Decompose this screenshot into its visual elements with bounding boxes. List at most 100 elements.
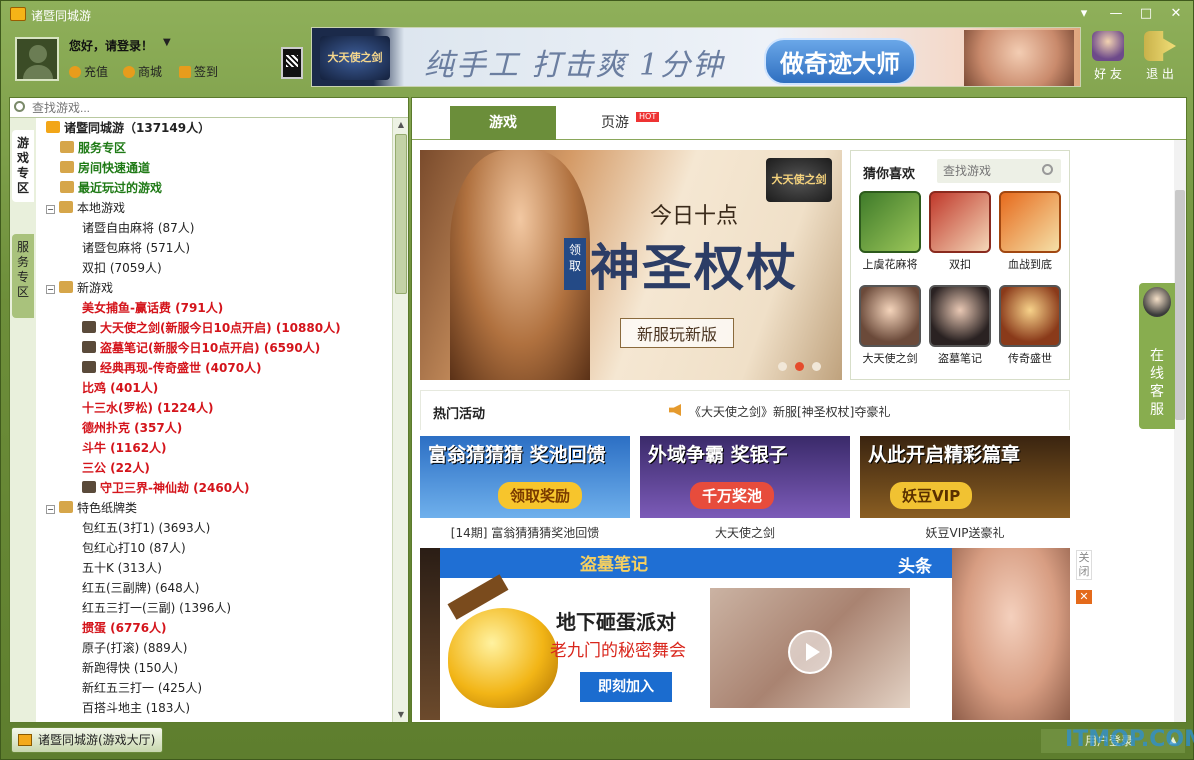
collapse-icon[interactable]: − — [46, 285, 55, 294]
tree-item[interactable]: 包红心打10 (87人) — [82, 538, 186, 558]
tree-item[interactable]: 服务专区 — [60, 138, 126, 158]
tree-item[interactable]: 诸暨同城游（137149人） — [46, 118, 210, 138]
game-tile[interactable]: 血战到底 — [997, 191, 1063, 272]
tree-item[interactable]: 德州扑克 (357人) — [82, 418, 182, 438]
tree-item[interactable]: 原子(打滚) (889人) — [82, 638, 187, 658]
tree-item-label: 十三水(罗松) (1224人) — [82, 401, 214, 415]
tree-item[interactable]: 诸暨自由麻将 (87人) — [82, 218, 194, 238]
sidebar-scrollbar[interactable]: ▲ ▼ — [392, 118, 408, 722]
promo-banner[interactable]: 富翁猜猜猜 奖池回馈 领取奖励 — [420, 436, 630, 518]
close-button[interactable]: ✕ — [1165, 5, 1187, 23]
recommend-search-input[interactable] — [943, 162, 1039, 180]
tree-item[interactable]: 掼蛋 (6776人) — [82, 618, 167, 638]
tree-item[interactable]: 包红五(3打1) (3693人) — [82, 518, 210, 538]
tree-item[interactable]: 十三水(罗松) (1224人) — [82, 398, 214, 418]
minimize-button[interactable]: — — [1105, 5, 1127, 23]
tree-item[interactable]: 美女捕鱼-赢话费 (791人) — [82, 298, 223, 318]
banner-image — [964, 30, 1074, 86]
recommend-search[interactable] — [937, 159, 1061, 183]
tree-item[interactable]: 红五三打一(三副) (1396人) — [82, 598, 231, 618]
collapse-icon[interactable]: − — [46, 505, 55, 514]
ad-banner[interactable]: 盗墓笔记 头条 地下砸蛋派对 老九门的秘密舞会 即刻加入 — [420, 548, 1070, 720]
vertical-tabs: 游戏专区 服务专区 — [10, 118, 36, 722]
tree-item[interactable]: 守卫三界-神仙劫 (2460人) — [82, 478, 250, 498]
hot-news-link[interactable]: 《大天使之剑》新服[神圣权杖]夺豪礼 — [689, 403, 890, 420]
tree-item[interactable]: 诸暨包麻将 (571人) — [82, 238, 190, 258]
game-tile[interactable]: 上虞花麻将 — [857, 191, 923, 272]
tree-item[interactable]: 新跑得快 (150人) — [82, 658, 178, 678]
close-ad-button[interactable]: ✕ — [1076, 590, 1092, 604]
tree-item[interactable]: − 特色纸牌类 — [46, 498, 137, 518]
online-service-button[interactable]: 在线客服 — [1139, 283, 1175, 429]
game-tile[interactable]: 大天使之剑 — [857, 285, 923, 366]
title-bar: 诸暨同城游 ▾ — □ ✕ — [1, 1, 1193, 27]
watermark: ITMOP.COM — [1065, 727, 1194, 752]
promo-caption[interactable]: [14期] 富翁猜猜猜奖池回馈 — [420, 524, 630, 541]
exit-button[interactable]: 退 出 — [1139, 31, 1181, 82]
ad-header: 盗墓笔记 头条 — [440, 548, 952, 578]
qr-code-icon[interactable] — [281, 47, 303, 79]
carousel-dot[interactable] — [812, 362, 821, 371]
game-icon — [82, 321, 96, 333]
hero-banner[interactable]: 大天使之剑 今日十点 领取 神圣权杖 新服玩新版 — [420, 150, 842, 380]
scroll-thumb[interactable] — [1175, 190, 1185, 420]
main-scrollbar[interactable] — [1174, 140, 1186, 722]
lobby-taskbar-tab[interactable]: 诸暨同城游(游戏大厅) — [11, 727, 163, 753]
search-icon[interactable] — [1042, 164, 1053, 175]
game-tile[interactable]: 传奇盛世 — [997, 285, 1063, 366]
play-icon[interactable] — [788, 630, 832, 674]
ad-headline-label: 头条 — [898, 557, 932, 577]
banner-slogan: 纯手工 打击爽 1分钟 — [424, 48, 725, 83]
tab-game-zone[interactable]: 游戏专区 — [12, 130, 34, 202]
tree-item[interactable]: 大天使之剑(新服今日10点开启) (10880人) — [82, 318, 341, 338]
tree-item[interactable]: 五十K (313人) — [82, 558, 162, 578]
tree-item[interactable]: 经典再现-传奇盛世 (4070人) — [82, 358, 262, 378]
promo-banner[interactable]: 外域争霸 奖银子 千万奖池 — [640, 436, 850, 518]
tree-item[interactable]: 三公 (22人) — [82, 458, 150, 478]
scroll-down-icon[interactable]: ▼ — [393, 708, 409, 722]
promo-banner[interactable]: 从此开启精彩篇章 妖豆VIP — [860, 436, 1070, 518]
friends-button[interactable]: 好 友 — [1087, 31, 1129, 82]
menu-dropdown-button[interactable]: ▾ — [1073, 5, 1095, 23]
carousel-dot-active[interactable] — [795, 362, 804, 371]
tree-item[interactable]: 新红五三打一 (425人) — [82, 678, 202, 698]
close-ad-label[interactable]: 关闭 — [1076, 550, 1092, 580]
tree-item[interactable]: 最近玩过的游戏 — [60, 178, 162, 198]
login-prompt[interactable]: 您好，请登录！ — [69, 37, 153, 54]
hero-title: 神圣权杖 — [590, 238, 798, 297]
tree-item[interactable]: 百搭斗地主 (183人) — [82, 698, 190, 718]
scroll-thumb[interactable] — [395, 134, 407, 294]
carousel-dots[interactable] — [778, 360, 829, 374]
tree-item[interactable]: 斗牛 (1162人) — [82, 438, 167, 458]
tree-item[interactable]: 房间快速通道 — [60, 158, 150, 178]
promo-caption[interactable]: 大天使之剑 — [640, 524, 850, 541]
join-now-button[interactable]: 即刻加入 — [580, 672, 672, 702]
folder-icon — [59, 201, 73, 213]
tree-item[interactable]: 盗墓笔记(新服今日10点开启) (6590人) — [82, 338, 320, 358]
carousel-dot[interactable] — [778, 362, 787, 371]
checkin-link[interactable]: 签到 — [179, 63, 218, 80]
recharge-link[interactable]: 充值 — [69, 63, 108, 80]
game-tile[interactable]: 双扣 — [927, 191, 993, 272]
collapse-icon[interactable]: − — [46, 205, 55, 214]
tab-service-zone[interactable]: 服务专区 — [12, 234, 34, 318]
promo-caption[interactable]: 妖豆VIP送豪礼 — [860, 524, 1070, 541]
search-input[interactable] — [32, 100, 392, 116]
speaker-icon — [669, 404, 681, 416]
tree-item[interactable]: − 新游戏 — [46, 278, 113, 298]
tree-item[interactable]: 比鸡 (401人) — [82, 378, 158, 398]
ad-video[interactable] — [710, 588, 910, 708]
tab-games[interactable]: 游戏 — [450, 106, 556, 140]
scroll-up-icon[interactable]: ▲ — [393, 118, 409, 132]
game-tile[interactable]: 盗墓笔记 — [927, 285, 993, 366]
customer-service-icon — [1143, 287, 1171, 317]
game-search[interactable] — [10, 98, 408, 118]
avatar[interactable] — [15, 37, 59, 81]
tree-item[interactable]: 双扣 (7059人) — [82, 258, 162, 278]
tree-item[interactable]: 红五(三副牌) (648人) — [82, 578, 199, 598]
top-ad-banner[interactable]: 大天使之剑 纯手工 打击爽 1分钟 做奇迹大师 — [311, 27, 1081, 87]
shop-link[interactable]: 商城 — [123, 63, 162, 80]
maximize-button[interactable]: □ — [1135, 5, 1157, 23]
tree-item[interactable]: − 本地游戏 — [46, 198, 125, 218]
chevron-down-icon[interactable]: ▼ — [163, 37, 171, 48]
